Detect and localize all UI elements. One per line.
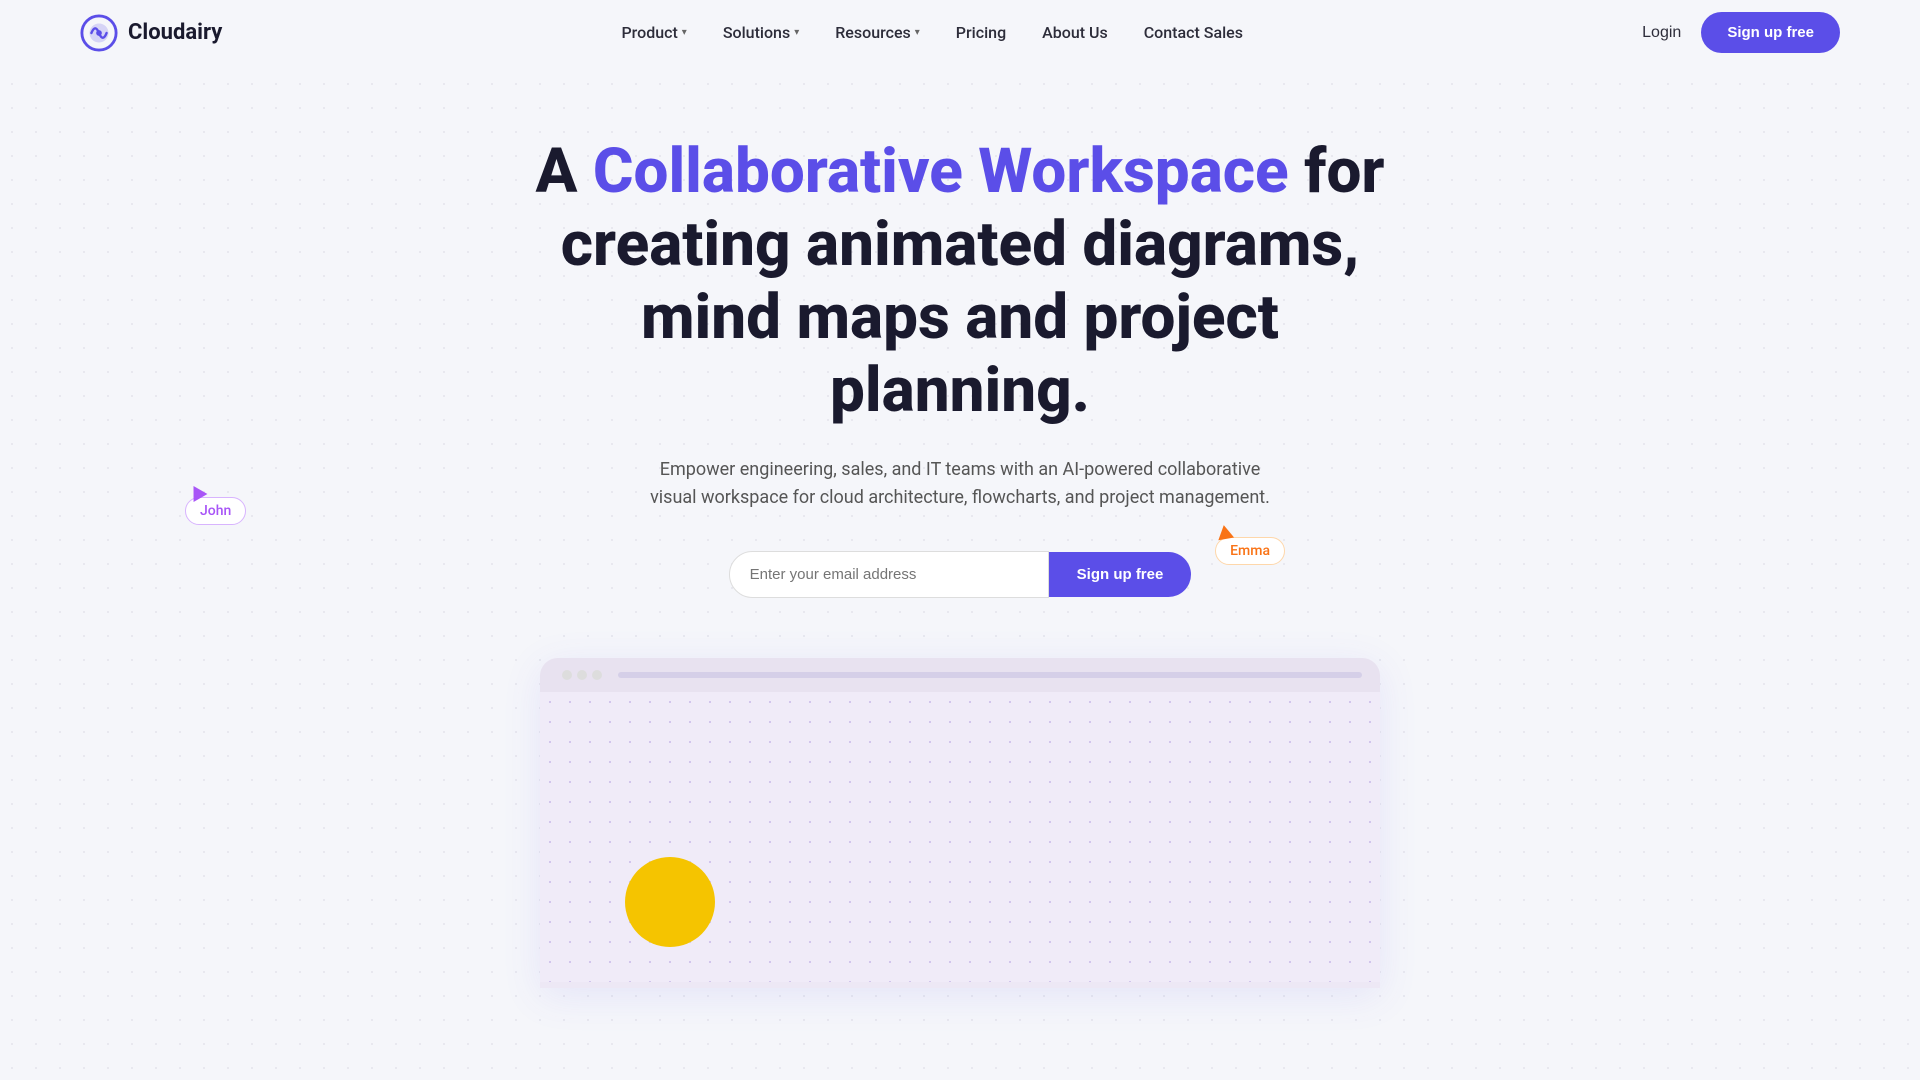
nav-item-product[interactable]: Product ▾ — [621, 23, 686, 42]
chevron-down-icon: ▾ — [794, 27, 799, 38]
nav-item-about[interactable]: About Us — [1042, 23, 1108, 42]
cursor-arrow-icon — [1216, 524, 1234, 541]
nav-item-solutions[interactable]: Solutions ▾ — [723, 23, 799, 42]
hero-subtext: Empower engineering, sales, and IT teams… — [650, 456, 1270, 514]
chevron-down-icon: ▾ — [682, 27, 687, 38]
nav-item-resources[interactable]: Resources ▾ — [835, 23, 920, 42]
titlebar-dot-2 — [577, 670, 587, 680]
nav-actions: Login Sign up free — [1642, 12, 1840, 53]
logo[interactable]: Cloudairy — [80, 14, 222, 52]
titlebar-dots — [562, 670, 602, 680]
logo-text: Cloudairy — [128, 20, 222, 45]
signup-button[interactable]: Sign up free — [1701, 12, 1840, 53]
navbar: Cloudairy Product ▾ Solutions ▾ Resource… — [0, 0, 1920, 65]
hero-headline: A Collaborative Workspace for creating a… — [510, 135, 1410, 428]
email-input[interactable] — [729, 551, 1049, 598]
headline-prefix: A — [536, 135, 593, 208]
app-preview — [540, 658, 1380, 988]
cursor-emma: Emma — [1215, 525, 1285, 565]
app-canvas — [540, 692, 1380, 982]
nav-links: Product ▾ Solutions ▾ Resources ▾ Pricin… — [621, 23, 1243, 42]
headline-highlight: Collaborative Workspace — [593, 135, 1289, 208]
app-preview-wrapper — [0, 638, 1920, 988]
hero-signup-button[interactable]: Sign up free — [1049, 552, 1192, 597]
email-signup-form: Sign up free — [20, 551, 1900, 598]
chevron-down-icon: ▾ — [915, 27, 920, 38]
nav-item-pricing[interactable]: Pricing — [956, 23, 1006, 42]
canvas-element-circle — [625, 857, 715, 947]
hero-section: John Emma A Collaborative Workspace for … — [0, 65, 1920, 638]
cursor-label-emma: Emma — [1215, 537, 1285, 565]
titlebar-dot-1 — [562, 670, 572, 680]
cursor-john: John — [185, 485, 246, 525]
login-button[interactable]: Login — [1642, 24, 1681, 42]
titlebar-dot-3 — [592, 670, 602, 680]
titlebar-line — [618, 672, 1362, 678]
nav-item-contact[interactable]: Contact Sales — [1144, 23, 1243, 42]
logo-icon — [80, 14, 118, 52]
app-titlebar — [540, 658, 1380, 692]
